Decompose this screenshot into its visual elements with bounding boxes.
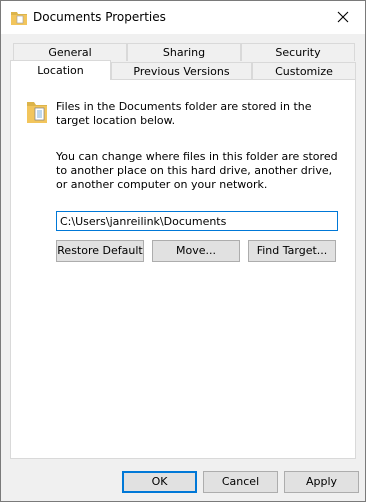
tab-general[interactable]: General <box>13 43 127 61</box>
cancel-button[interactable]: Cancel <box>203 471 278 493</box>
tab-customize[interactable]: Customize <box>252 62 356 80</box>
folder-icon <box>11 10 27 25</box>
window-title: Documents Properties <box>33 10 166 24</box>
apply-button[interactable]: Apply <box>284 471 359 493</box>
close-button[interactable] <box>321 1 365 33</box>
move-button[interactable]: Move... <box>152 240 240 262</box>
tab-security[interactable]: Security <box>241 43 355 61</box>
change-location-text: You can change where files in this folde… <box>56 150 338 191</box>
target-path-input[interactable] <box>56 211 338 231</box>
location-panel: Files in the Documents folder are stored… <box>10 79 356 459</box>
restore-default-button[interactable]: Restore Default <box>56 240 144 262</box>
ok-button[interactable]: OK <box>122 471 197 493</box>
tab-sharing[interactable]: Sharing <box>127 43 241 61</box>
title-bar: Documents Properties <box>1 1 365 34</box>
location-info-text: Files in the Documents folder are stored… <box>56 100 312 127</box>
tab-location[interactable]: Location <box>10 60 111 80</box>
close-icon <box>337 11 349 23</box>
documents-folder-icon <box>27 100 49 124</box>
properties-window: Documents Properties General Sharing Sec… <box>0 0 366 502</box>
tab-previous-versions[interactable]: Previous Versions <box>111 62 252 80</box>
find-target-button[interactable]: Find Target... <box>248 240 336 262</box>
